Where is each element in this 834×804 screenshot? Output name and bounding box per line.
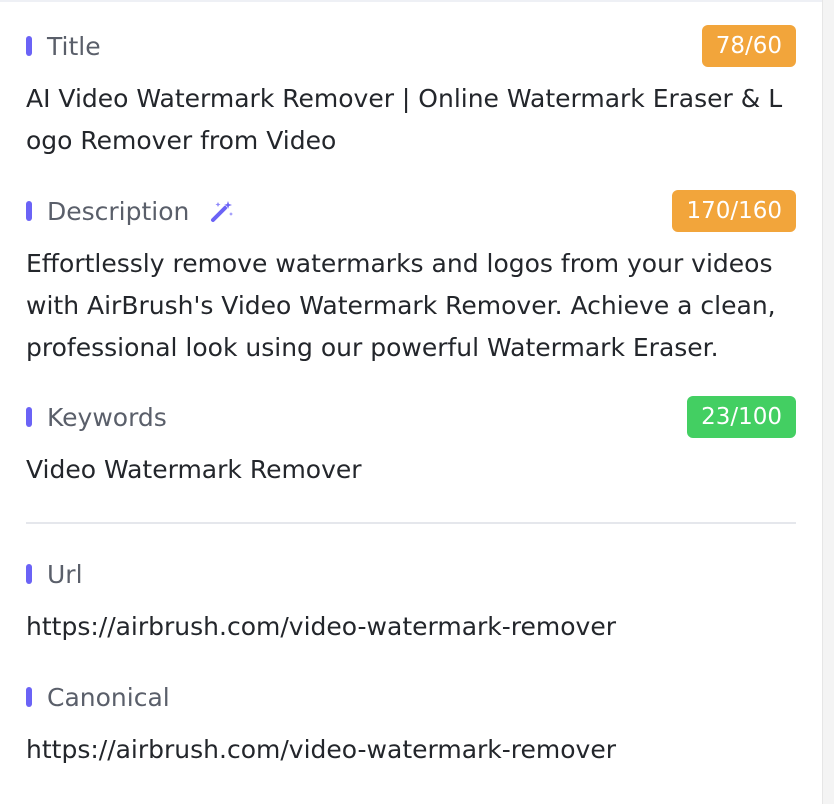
description-header: Description 170/160 [26,190,796,232]
title-label: Title [47,31,101,61]
canonical-label: Canonical [47,682,170,712]
url-section: Url https://airbrush.com/video-watermark… [26,553,796,648]
description-count-badge: 170/160 [672,190,796,232]
keywords-accent-bar [26,407,32,427]
description-accent-bar [26,201,32,221]
keywords-header: Keywords 23/100 [26,396,796,438]
canonical-section: Canonical https://airbrush.com/video-wat… [26,676,796,771]
keywords-label: Keywords [47,402,167,432]
title-header: Title 78/60 [26,25,796,67]
magic-wand-icon[interactable] [209,198,235,224]
keywords-value: Video Watermark Remover [26,455,362,484]
keywords-section: Keywords 23/100 Video Watermark Remover [26,396,796,491]
seo-meta-panel: Title 78/60 AI Video Watermark Remover |… [0,0,822,804]
vertical-scrollbar[interactable] [822,0,834,804]
description-label: Description [47,196,190,226]
url-label: Url [47,559,83,589]
url-accent-bar [26,564,32,584]
url-header: Url [26,553,796,595]
description-section: Description 170/160 Effortlessly remove … [26,190,796,369]
canonical-value: https://airbrush.com/video-watermark-rem… [26,735,617,764]
keywords-count-badge: 23/100 [687,396,796,438]
section-divider [26,522,796,524]
url-value: https://airbrush.com/video-watermark-rem… [26,612,617,641]
title-value: AI Video Watermark Remover | Online Wate… [26,84,783,155]
title-accent-bar [26,36,32,56]
canonical-accent-bar [26,687,32,707]
title-section: Title 78/60 AI Video Watermark Remover |… [26,25,796,162]
title-count-badge: 78/60 [701,25,796,67]
canonical-header: Canonical [26,676,796,718]
description-value: Effortlessly remove watermarks and logos… [26,249,776,362]
